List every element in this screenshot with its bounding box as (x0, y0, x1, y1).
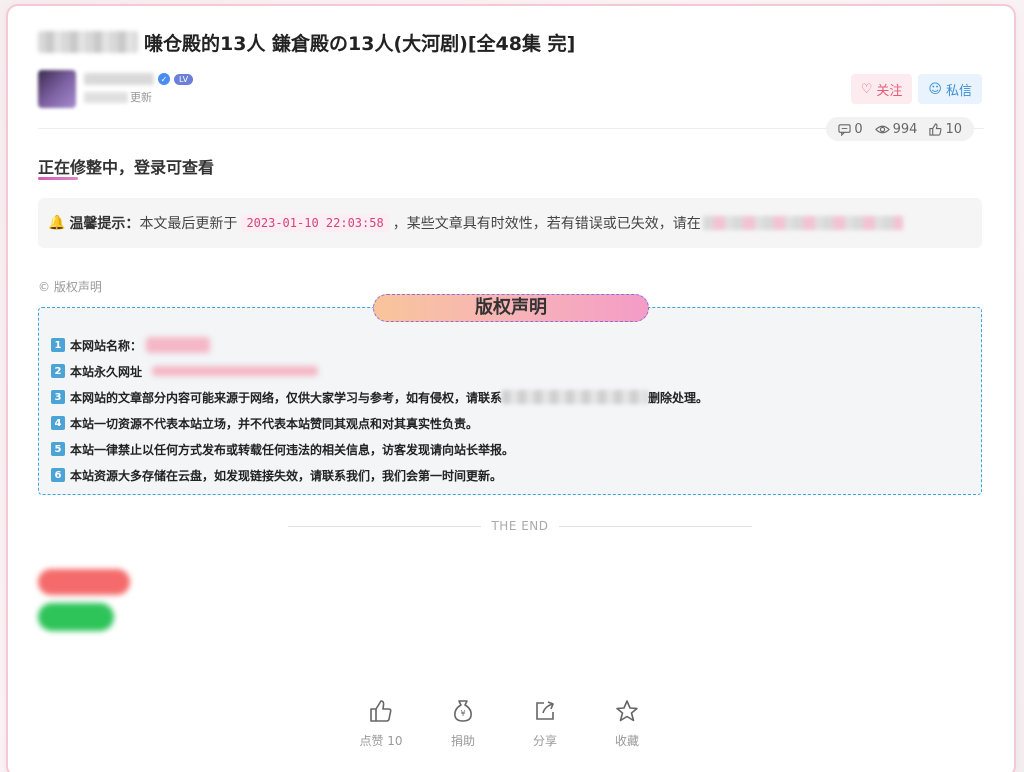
tip-label: 温馨提示： (69, 216, 140, 232)
copyright-box: 版权声明 1 本网站名称： 2 本站永久网址 3 本网站的文章部分内容可能来源于… (38, 294, 982, 495)
author-actions: ♡ 关注 ☺ 私信 (850, 74, 982, 104)
favorite-button[interactable]: 收藏 (606, 698, 648, 749)
end-rule-right (558, 525, 752, 527)
eye-icon (874, 125, 890, 133)
message-button[interactable]: ☺ 私信 (918, 74, 982, 104)
update-suffix: 更新 (130, 91, 152, 104)
message-label: 私信 (945, 83, 972, 99)
star-icon (616, 700, 638, 722)
views-count: 994 (892, 121, 918, 137)
item-text: 本网站名称： (70, 338, 143, 353)
blurred-contact[interactable] (502, 390, 649, 404)
stats-bar: 0 994 10 (826, 117, 974, 141)
follow-button[interactable]: ♡ 关注 (850, 74, 913, 104)
tip-suffix: ，某些文章具有时效性，若有错误或已失效，请在 (392, 216, 701, 232)
favorite-label: 收藏 (614, 734, 639, 748)
views-stat: 994 (874, 121, 918, 137)
follow-label: 关注 (876, 83, 903, 99)
comments-stat[interactable]: 0 (838, 121, 863, 137)
author-info: ✓ LV 更新 (84, 73, 194, 105)
notice-heading: 正在修整中，登录可查看 (38, 158, 215, 177)
copyright-item-6: 6 本站资源大多存储在云盘，如发现链接失效，请联系我们，我们会第一时间更新。 (51, 466, 708, 484)
thumbs-up-icon (370, 700, 392, 722)
level-badge: LV (174, 73, 194, 85)
heart-icon: ♡ (860, 81, 873, 97)
svg-text:¥: ¥ (460, 709, 465, 718)
author-update-line: 更新 (84, 89, 193, 105)
bottom-actions: 点赞 10 ¥ 捐助 分享 收藏 (359, 698, 648, 749)
item-text: 本网站的文章部分内容可能来源于网络，仅供大家学习与参考，如有侵权，请联系 (70, 390, 503, 405)
chat-icon: ☺ (928, 81, 942, 97)
item-text: 本站永久网址 (70, 364, 143, 379)
tip-blurred-text (702, 216, 903, 230)
item-text: 本站一切资源不代表本站立场，并不代表本站赞同其观点和对其真实性负责。 (70, 416, 479, 431)
author-name[interactable] (84, 73, 154, 85)
likes-count: 10 (945, 121, 962, 137)
item-number: 3 (51, 390, 65, 404)
thumbs-up-icon (929, 122, 942, 136)
comment-icon (838, 123, 851, 136)
like-label: 点赞 10 (359, 734, 403, 748)
item-number: 5 (51, 442, 65, 456)
copyright-item-5: 5 本站一律禁止以任何方式发布或转载任何违法的相关信息，访客发现请向站长举报。 (51, 440, 708, 458)
blurred-site-name (146, 337, 211, 353)
end-rule-left (288, 525, 482, 527)
donate-button[interactable]: ¥ 捐助 (442, 698, 484, 749)
share-button[interactable]: 分享 (524, 698, 566, 749)
copyright-item-2: 2 本站永久网址 (51, 362, 708, 380)
copyright-item-1: 1 本网站名称： (51, 336, 708, 354)
donate-label: 捐助 (450, 734, 475, 748)
item-number: 6 (51, 468, 65, 482)
blurred-category-tag[interactable] (38, 31, 138, 53)
notice-underline (38, 177, 78, 180)
item-tail-text: 删除处理。 (648, 390, 709, 405)
copyright-list: 1 本网站名称： 2 本站永久网址 3 本网站的文章部分内容可能来源于网络，仅供… (51, 336, 708, 484)
money-bag-icon: ¥ (454, 700, 472, 722)
copyright-item-4: 4 本站一切资源不代表本站立场，并不代表本站赞同其观点和对其真实性负责。 (51, 414, 708, 432)
item-number: 2 (51, 364, 65, 378)
title-row: 嗛仓殿的13人 鎌倉殿の13人(大河剧)[全48集 完] (38, 28, 575, 56)
blurred-green-tag[interactable] (38, 603, 114, 631)
item-text: 本站资源大多存储在云盘，如发现链接失效，请联系我们，我们会第一时间更新。 (70, 468, 503, 483)
copyright-item-3: 3 本网站的文章部分内容可能来源于网络，仅供大家学习与参考，如有侵权，请联系 删… (51, 388, 708, 406)
author-block: ✓ LV 更新 (38, 68, 194, 110)
likes-stat[interactable]: 10 (929, 122, 962, 137)
verified-icon: ✓ (158, 73, 170, 85)
copyright-header: 版权声明 (373, 294, 649, 322)
item-number: 4 (51, 416, 65, 430)
article-title: 嗛仓殿的13人 鎌倉殿の13人(大河剧)[全48集 完] (144, 32, 576, 55)
update-time (84, 91, 128, 103)
tip-box: 🔔 温馨提示： 本文最后更新于 2023-01-10 22:03:58 ，某些文… (38, 198, 982, 248)
share-icon (536, 701, 554, 720)
copyright-note: © 版权声明 (38, 280, 102, 294)
blurred-site-url[interactable] (152, 366, 319, 376)
update-date: 2023-01-10 22:03:58 (241, 214, 389, 232)
article-card: 嗛仓殿的13人 鎌倉殿の13人(大河剧)[全48集 完] ✓ LV 更新 ♡ 关… (8, 6, 1014, 772)
share-label: 分享 (532, 734, 557, 748)
avatar[interactable] (38, 70, 76, 108)
bell-icon: 🔔 (48, 215, 66, 231)
the-end-divider: THE END (288, 516, 752, 536)
item-number: 1 (51, 338, 65, 352)
end-text: THE END (491, 519, 549, 533)
author-name-line: ✓ LV (84, 73, 194, 85)
tip-prefix: 本文最后更新于 (139, 216, 238, 232)
comments-count: 0 (854, 121, 863, 137)
item-text: 本站一律禁止以任何方式发布或转载任何违法的相关信息，访客发现请向站长举报。 (70, 442, 515, 457)
blurred-red-tag[interactable] (38, 569, 130, 595)
like-button[interactable]: 点赞 10 (359, 698, 403, 749)
